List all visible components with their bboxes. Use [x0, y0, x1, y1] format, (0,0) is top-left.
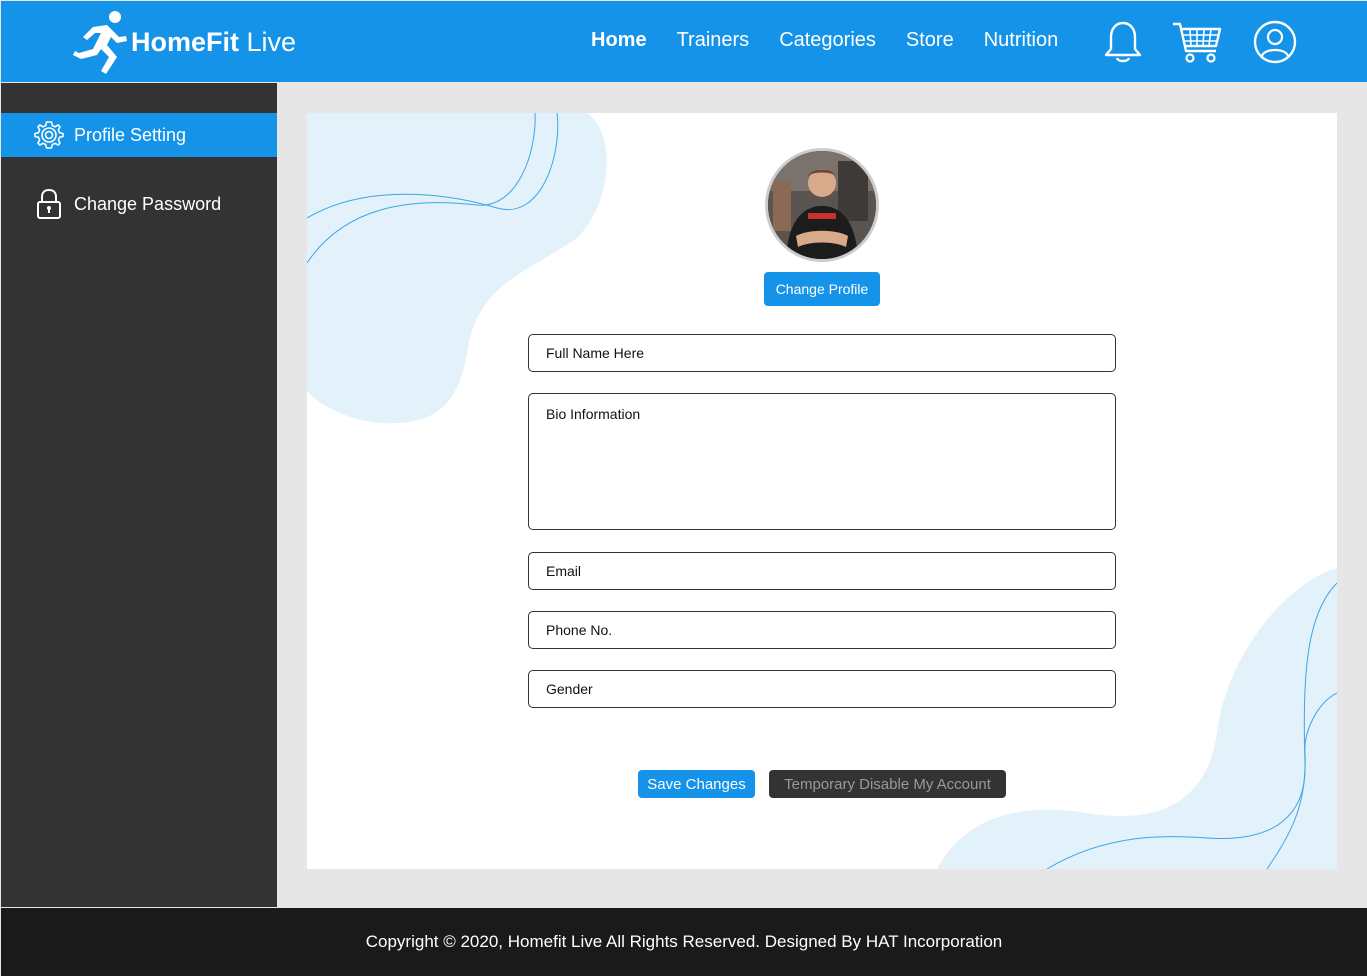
gear-icon [34, 120, 64, 150]
save-changes-button[interactable]: Save Changes [638, 770, 755, 798]
copyright-text: Copyright © 2020, Homefit Live All Right… [365, 932, 1003, 951]
email-field[interactable] [528, 552, 1116, 590]
lock-icon [34, 188, 64, 219]
full-name-field[interactable] [528, 334, 1116, 372]
gender-field[interactable] [528, 670, 1116, 708]
nav-nutrition[interactable]: Nutrition [984, 29, 1058, 52]
sidebar-item-change-password[interactable]: Change Password [1, 182, 277, 226]
runner-icon [73, 11, 127, 74]
main-nav: Home Trainers Categories Store Nutrition [591, 29, 1088, 52]
top-navbar: HomeFit Live Home Trainers Categories St… [1, 1, 1367, 82]
phone-field[interactable] [528, 611, 1116, 649]
profile-photo [768, 151, 876, 259]
footer: Copyright © 2020, Homefit Live All Right… [1, 908, 1367, 976]
sidebar-item-label: Profile Setting [74, 124, 187, 145]
disable-account-button[interactable]: Temporary Disable My Account [769, 770, 1006, 798]
sidebar-item-profile-setting[interactable]: Profile Setting [1, 113, 277, 157]
brand-name: HomeFit Live [131, 26, 297, 57]
user-icon[interactable] [1253, 20, 1297, 64]
bell-icon[interactable] [1103, 20, 1143, 64]
bio-field[interactable] [528, 393, 1116, 530]
cart-icon[interactable] [1172, 21, 1222, 65]
sidebar-item-label: Change Password [74, 193, 222, 214]
sidebar: Profile Setting Change Password [1, 83, 277, 907]
nav-trainers[interactable]: Trainers [677, 29, 750, 52]
profile-settings-panel: Change Profile Save Changes Temporary Di… [307, 113, 1337, 869]
nav-categories[interactable]: Categories [779, 29, 876, 52]
change-profile-button[interactable]: Change Profile [764, 272, 880, 306]
nav-home[interactable]: Home [591, 29, 647, 52]
nav-store[interactable]: Store [906, 29, 954, 52]
avatar [765, 148, 879, 262]
brand-logo[interactable]: HomeFit Live [71, 9, 296, 75]
